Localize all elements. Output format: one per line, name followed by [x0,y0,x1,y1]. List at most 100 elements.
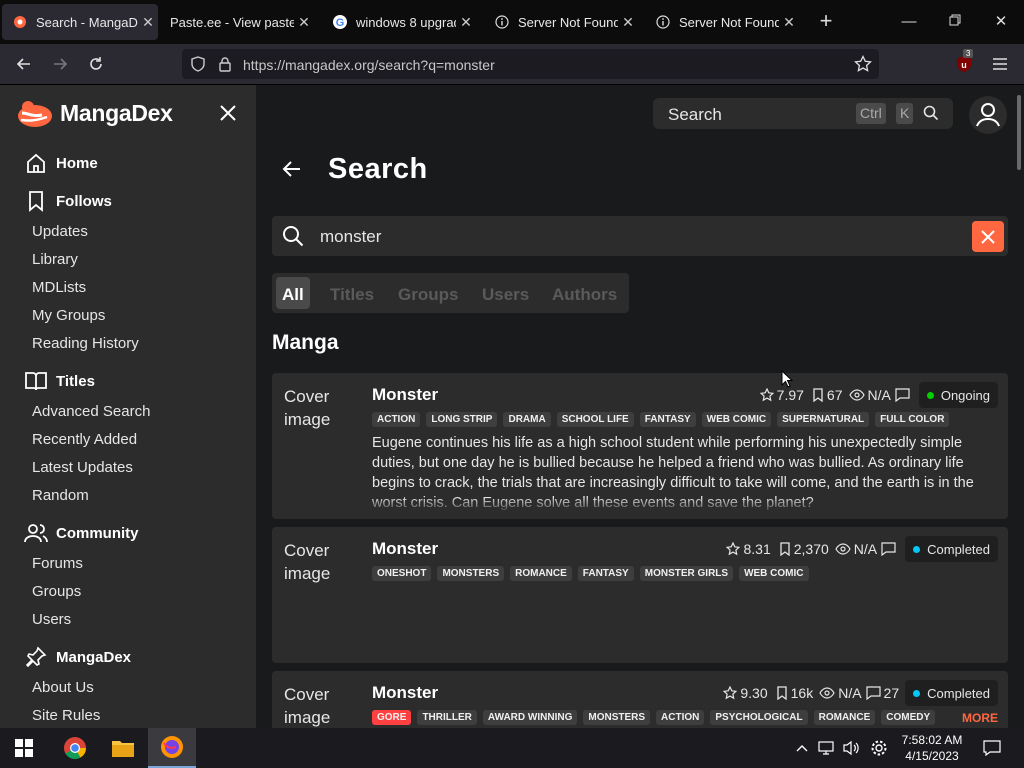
tag[interactable]: ACTION [656,710,705,725]
close-icon[interactable]: ✕ [456,14,476,31]
tab-mangadex-search[interactable]: Search - MangaDex ✕ [2,4,158,40]
tag[interactable]: THRILLER [417,710,477,725]
sidebar-item-site-rules[interactable]: Site Rules [32,707,100,724]
tab-all[interactable]: All [276,277,310,309]
network-icon[interactable] [816,738,836,758]
manga-title[interactable]: Monster [372,539,438,559]
close-icon[interactable]: ✕ [779,14,799,31]
cover-image[interactable]: Cover image [284,385,356,431]
manga-result-card[interactable]: Cover image Monster 8.31 2,370 N/A Compl… [272,527,1008,663]
sidebar-item-home[interactable]: Home [24,151,98,175]
sidebar-item-reading-history[interactable]: Reading History [32,335,139,352]
close-icon[interactable]: ✕ [294,14,314,31]
cover-image[interactable]: Cover image [284,539,356,585]
forward-arrow-icon[interactable] [48,52,72,76]
sidebar-item-users[interactable]: Users [32,611,71,628]
sidebar-section-titles[interactable]: Titles [24,369,95,393]
sidebar-item-updates[interactable]: Updates [32,223,88,240]
sidebar-label: Community [56,524,139,542]
tab-server-not-found-1[interactable]: Server Not Found ✕ [484,4,638,40]
header-search-placeholder: Search [668,105,722,124]
bookmark-star-icon[interactable] [854,54,872,78]
tab-server-not-found-2[interactable]: Server Not Found ✕ [645,4,799,40]
back-arrow-icon[interactable] [280,157,304,181]
restore-icon[interactable] [943,10,967,34]
tab-authors[interactable]: Authors [546,277,623,309]
window-close-icon[interactable]: ✕ [989,10,1013,34]
sidebar-item-random[interactable]: Random [32,487,89,504]
shield-icon[interactable] [190,56,206,77]
sidebar-item-advanced-search[interactable]: Advanced Search [32,403,150,420]
sidebar-item-latest-updates[interactable]: Latest Updates [32,459,133,476]
user-avatar-icon[interactable] [968,95,1008,135]
windows-start-icon[interactable] [0,728,48,768]
close-icon[interactable]: ✕ [138,14,158,31]
close-icon[interactable]: ✕ [618,14,638,31]
tag[interactable]: DRAMA [503,412,551,427]
chrome-icon[interactable] [51,728,99,768]
minimize-icon[interactable]: — [897,10,921,34]
tab-titles[interactable]: Titles [324,277,380,309]
tag[interactable]: ONESHOT [372,566,432,581]
mangadex-logo[interactable]: MangaDex [16,97,173,129]
tag[interactable]: MONSTER GIRLS [639,566,734,581]
sidebar-item-my-groups[interactable]: My Groups [32,307,105,324]
manga-result-card[interactable]: Cover image Monster 7.97 67 N/A Ongoing … [272,373,1008,519]
tab-groups[interactable]: Groups [392,277,464,309]
sidebar-section-follows[interactable]: Follows [24,189,112,213]
tab-pastee[interactable]: Paste.ee - View paste H ✕ [160,4,314,40]
address-bar[interactable]: https://mangadex.org/search?q=monster [182,49,879,79]
sidebar-item-recently-added[interactable]: Recently Added [32,431,137,448]
tag[interactable]: MONSTERS [437,566,505,581]
ublock-extension-icon[interactable]: u 3 [952,49,976,76]
tag[interactable]: WEB COMIC [739,566,809,581]
clear-search-button[interactable] [972,221,1004,252]
reload-icon[interactable] [84,52,108,76]
page-scrollbar[interactable] [1017,95,1021,170]
star-icon [726,542,741,556]
manga-result-card[interactable]: Cover image Monster 9.30 16k N/A 27 Comp… [272,671,1008,728]
tag[interactable]: WEB COMIC [701,412,772,427]
tag[interactable]: PSYCHOLOGICAL [710,710,808,725]
tray-chevron-up-icon[interactable] [792,738,812,758]
close-sidebar-icon[interactable] [216,101,240,125]
tag[interactable]: FANTASY [639,412,696,427]
tag[interactable]: FANTASY [577,566,634,581]
sidebar-section-community[interactable]: Community [24,521,139,545]
tag[interactable]: ROMANCE [813,710,876,725]
tag[interactable]: SCHOOL LIFE [556,412,634,427]
tab-google-search[interactable]: G windows 8 upgrade ✕ [322,4,476,40]
tag-gore[interactable]: GORE [372,710,412,725]
sidebar-item-library[interactable]: Library [32,251,78,268]
tag[interactable]: LONG STRIP [426,412,498,427]
sidebar-section-mangadex[interactable]: MangaDex [24,645,131,669]
tag[interactable]: SUPERNATURAL [777,412,870,427]
more-tags-link[interactable]: MORE [962,711,998,725]
settings-gear-icon[interactable] [869,738,889,758]
tag[interactable]: MONSTERS [583,710,651,725]
lock-icon[interactable] [218,56,232,77]
sidebar-item-about-us[interactable]: About Us [32,679,94,696]
tag[interactable]: AWARD WINNING [482,710,578,725]
sidebar-item-forums[interactable]: Forums [32,555,83,572]
file-explorer-icon[interactable] [99,728,147,768]
new-tab-plus-icon[interactable]: + [815,10,837,34]
sidebar-item-groups[interactable]: Groups [32,583,81,600]
tab-users[interactable]: Users [476,277,535,309]
back-arrow-icon[interactable] [12,52,36,76]
hamburger-menu-icon[interactable] [988,52,1012,76]
system-clock[interactable]: 7:58:02 AM 4/15/2023 [896,732,968,764]
tag[interactable]: COMEDY [881,710,936,725]
manga-title[interactable]: Monster [372,683,438,703]
firefox-icon[interactable] [148,728,196,768]
notifications-icon[interactable] [982,738,1002,758]
tag[interactable]: ROMANCE [510,566,572,581]
header-search-box[interactable]: Search Ctrl K [653,98,953,129]
volume-icon[interactable] [841,738,861,758]
tag[interactable]: FULL COLOR [875,412,950,427]
sidebar-item-mdlists[interactable]: MDLists [32,279,86,296]
tag[interactable]: ACTION [372,412,421,427]
cover-image[interactable]: Cover image [284,683,356,728]
search-input[interactable]: monster [272,216,1008,256]
manga-title[interactable]: Monster [372,385,438,405]
